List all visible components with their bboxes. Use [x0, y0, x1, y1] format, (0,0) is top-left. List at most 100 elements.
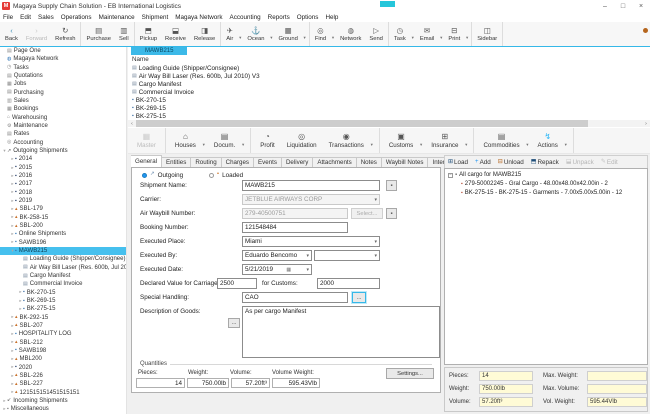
menu-item[interactable]: Operations [61, 14, 92, 21]
sidebar-item[interactable]: ▪ Online Shipments [0, 230, 126, 238]
menu-item[interactable]: Maintenance [99, 14, 135, 21]
ribbon-button[interactable]: ⊞Insurance [425, 131, 470, 150]
totals-max-weight-field[interactable] [587, 371, 647, 381]
sidebar-item[interactable]: ↗ Outgoing Shipments [0, 147, 126, 155]
toolbar-button[interactable]: ◷Task [390, 26, 416, 43]
executed-date-picker[interactable]: 5/21/2019 ▦ [242, 264, 312, 275]
sidebar-item[interactable]: ▦ Jobs [0, 80, 126, 88]
document-row[interactable]: ▪ BK-269-15 [128, 104, 650, 112]
document-row[interactable]: ▤ Air Way Bill Laser (Res. 600b, Jul 201… [128, 72, 650, 80]
toolbar-button[interactable]: ⬒Pickup [136, 26, 161, 43]
detail-tab[interactable]: Charges [222, 157, 254, 167]
document-row[interactable]: ▤ Loading Guide (Shipper/Consignee) [128, 64, 650, 72]
maximize-button[interactable]: □ [614, 0, 632, 12]
menu-item[interactable]: Options [297, 14, 319, 21]
toolbar-button[interactable]: ⚓Ocean [243, 26, 274, 43]
sidebar-item[interactable]: ⌂ Warehousing [0, 114, 126, 122]
collapse-icon[interactable]: − [448, 173, 453, 178]
weight-value[interactable]: 750.00lb [187, 378, 229, 388]
detail-tab[interactable]: Events [254, 157, 282, 167]
sidebar-item[interactable]: ▪ 2018 [0, 189, 126, 197]
totals-pieces-field[interactable]: 14 [479, 371, 533, 381]
sidebar-item[interactable]: ⚙ Maintenance [0, 122, 126, 130]
executed-by-secondary-dropdown[interactable] [314, 250, 380, 261]
detail-tab[interactable]: Waybill Notes [382, 157, 429, 167]
close-button[interactable]: × [632, 0, 650, 12]
ribbon-button[interactable]: ⌂Houses [169, 131, 208, 150]
toolbar-button[interactable]: ›Forward [22, 26, 51, 43]
document-row[interactable]: ▪ BK-275-15 [128, 112, 650, 120]
totals-volume-field[interactable]: 57.20ft³ [479, 397, 533, 407]
declared-value-customs-input[interactable]: 2000 [317, 278, 380, 289]
menu-item[interactable]: Help [325, 14, 338, 21]
totals-max-volume-field[interactable] [587, 384, 647, 394]
executed-by-dropdown[interactable]: Eduardo Bencomo [242, 250, 312, 261]
awb-select-button[interactable]: Select... [351, 208, 383, 219]
sidebar-item[interactable]: ▪ BK-275-15 [0, 305, 126, 313]
description-textarea[interactable]: As per cargo Manifest [242, 306, 440, 358]
executed-place-dropdown[interactable]: Miami [242, 236, 380, 247]
booking-number-input[interactable]: 121548484 [242, 222, 348, 233]
sidebar-item[interactable]: ◷ Tasks [0, 64, 126, 72]
carrier-dropdown[interactable]: JETBLUE AIRWAYS CORP [242, 194, 380, 205]
sidebar-item[interactable]: ▤ Purchasing [0, 89, 126, 97]
cargo-tree-root[interactable]: − ▪ All cargo for MAWB215 [445, 169, 647, 178]
ribbon-button[interactable]: ◎Liquidation [281, 131, 323, 150]
toolbar-button[interactable]: ⬓Receive [161, 26, 190, 43]
document-tab[interactable]: MAWB215 [131, 47, 187, 55]
sidebar-item[interactable]: ▴ SBL-212 [0, 338, 126, 346]
sidebar-item[interactable]: ▴ 121515151451515151 [0, 388, 126, 396]
sidebar-item[interactable]: ▪ 2019 [0, 197, 126, 205]
toolbar-button[interactable]: ◍Network [336, 26, 365, 43]
document-row[interactable]: ▤ Commercial Invoice [128, 88, 650, 96]
sidebar-item[interactable]: ▴ SBL-227 [0, 380, 126, 388]
sidebar-item[interactable]: ▤ Rates [0, 130, 126, 138]
sidebar-item[interactable]: ▴ MBL200 [0, 355, 126, 363]
cargo-toolbar-button[interactable]: ⊞ Load [448, 159, 468, 166]
ribbon-button[interactable]: ▣Customs [383, 131, 425, 150]
menu-item[interactable]: Accounting [230, 14, 261, 21]
minimize-button[interactable]: – [596, 0, 614, 12]
menu-item[interactable]: Shipment [142, 14, 169, 21]
toolbar-button[interactable]: ◨Release [190, 26, 219, 43]
outgoing-radio[interactable] [142, 173, 147, 178]
sidebar-item[interactable]: ▪ 2017 [0, 180, 126, 188]
sidebar-item[interactable]: ▤ Commercial Invoice [0, 280, 126, 288]
sidebar-item[interactable]: ▤ Loading Guide (Shipper/Consignee) [0, 255, 126, 263]
cargo-toolbar-button[interactable]: ⬒ Repack [531, 159, 559, 166]
sidebar-item[interactable]: ▴ SBL-226 [0, 372, 126, 380]
cargo-tree-item[interactable]: ▪ BK-275-15 - BK-275-15 - Garments - 7.0… [445, 187, 647, 196]
special-handling-more-button[interactable]: ... [352, 292, 366, 303]
sidebar-item[interactable]: ▤ Quotations [0, 72, 126, 80]
ribbon-button[interactable]: ↯Actions [532, 131, 570, 150]
ribbon-button[interactable]: ▦Master [131, 131, 162, 150]
scroll-left-arrow-icon[interactable] [128, 121, 136, 127]
menu-item[interactable]: File [3, 14, 13, 21]
toolbar-button[interactable]: ‹Back [1, 26, 22, 43]
sidebar-item[interactable]: ▦ Bookings [0, 105, 126, 113]
settings-button[interactable]: Settings... [386, 368, 434, 379]
declared-value-carriage-input[interactable]: 2500 [217, 278, 257, 289]
air-waybill-input[interactable]: 279-40500751 [242, 208, 348, 219]
cargo-toolbar-button[interactable]: ⊟ Unload [498, 159, 524, 166]
detail-tab[interactable]: Entities [162, 157, 191, 167]
awb-stock-button[interactable]: ▪ [386, 208, 397, 219]
sidebar-item[interactable]: ◎ Accounting [0, 139, 126, 147]
totals-weight-field[interactable]: 750.00lb [479, 384, 533, 394]
menu-item[interactable]: Reports [268, 14, 290, 21]
sidebar-item[interactable]: ▪ 2014 [0, 155, 126, 163]
ribbon-button[interactable]: ▤Docum. [208, 131, 247, 150]
sidebar-item[interactable]: ▴ SBL-179 [0, 205, 126, 213]
volume-value[interactable]: 57.20ft³ [231, 378, 270, 388]
ribbon-button[interactable]: ◔Profit [254, 131, 280, 150]
sidebar-item[interactable]: ◍ Magaya Network [0, 55, 126, 63]
description-more-button[interactable]: ... [228, 318, 240, 328]
horizontal-scrollbar[interactable] [128, 120, 650, 127]
scrollbar-thumb[interactable] [136, 120, 588, 127]
sidebar-item[interactable]: ▪ SAWB198 [0, 347, 126, 355]
totals-vol-weight-field[interactable]: 595.44Vlb [587, 397, 647, 407]
toolbar-button[interactable]: ✉Email [416, 26, 445, 43]
detail-tab[interactable]: Notes [357, 157, 382, 167]
toolbar-button[interactable]: ▤Purchase [82, 26, 115, 43]
cargo-toolbar-button[interactable]: ⬓ Unpack [566, 159, 594, 166]
